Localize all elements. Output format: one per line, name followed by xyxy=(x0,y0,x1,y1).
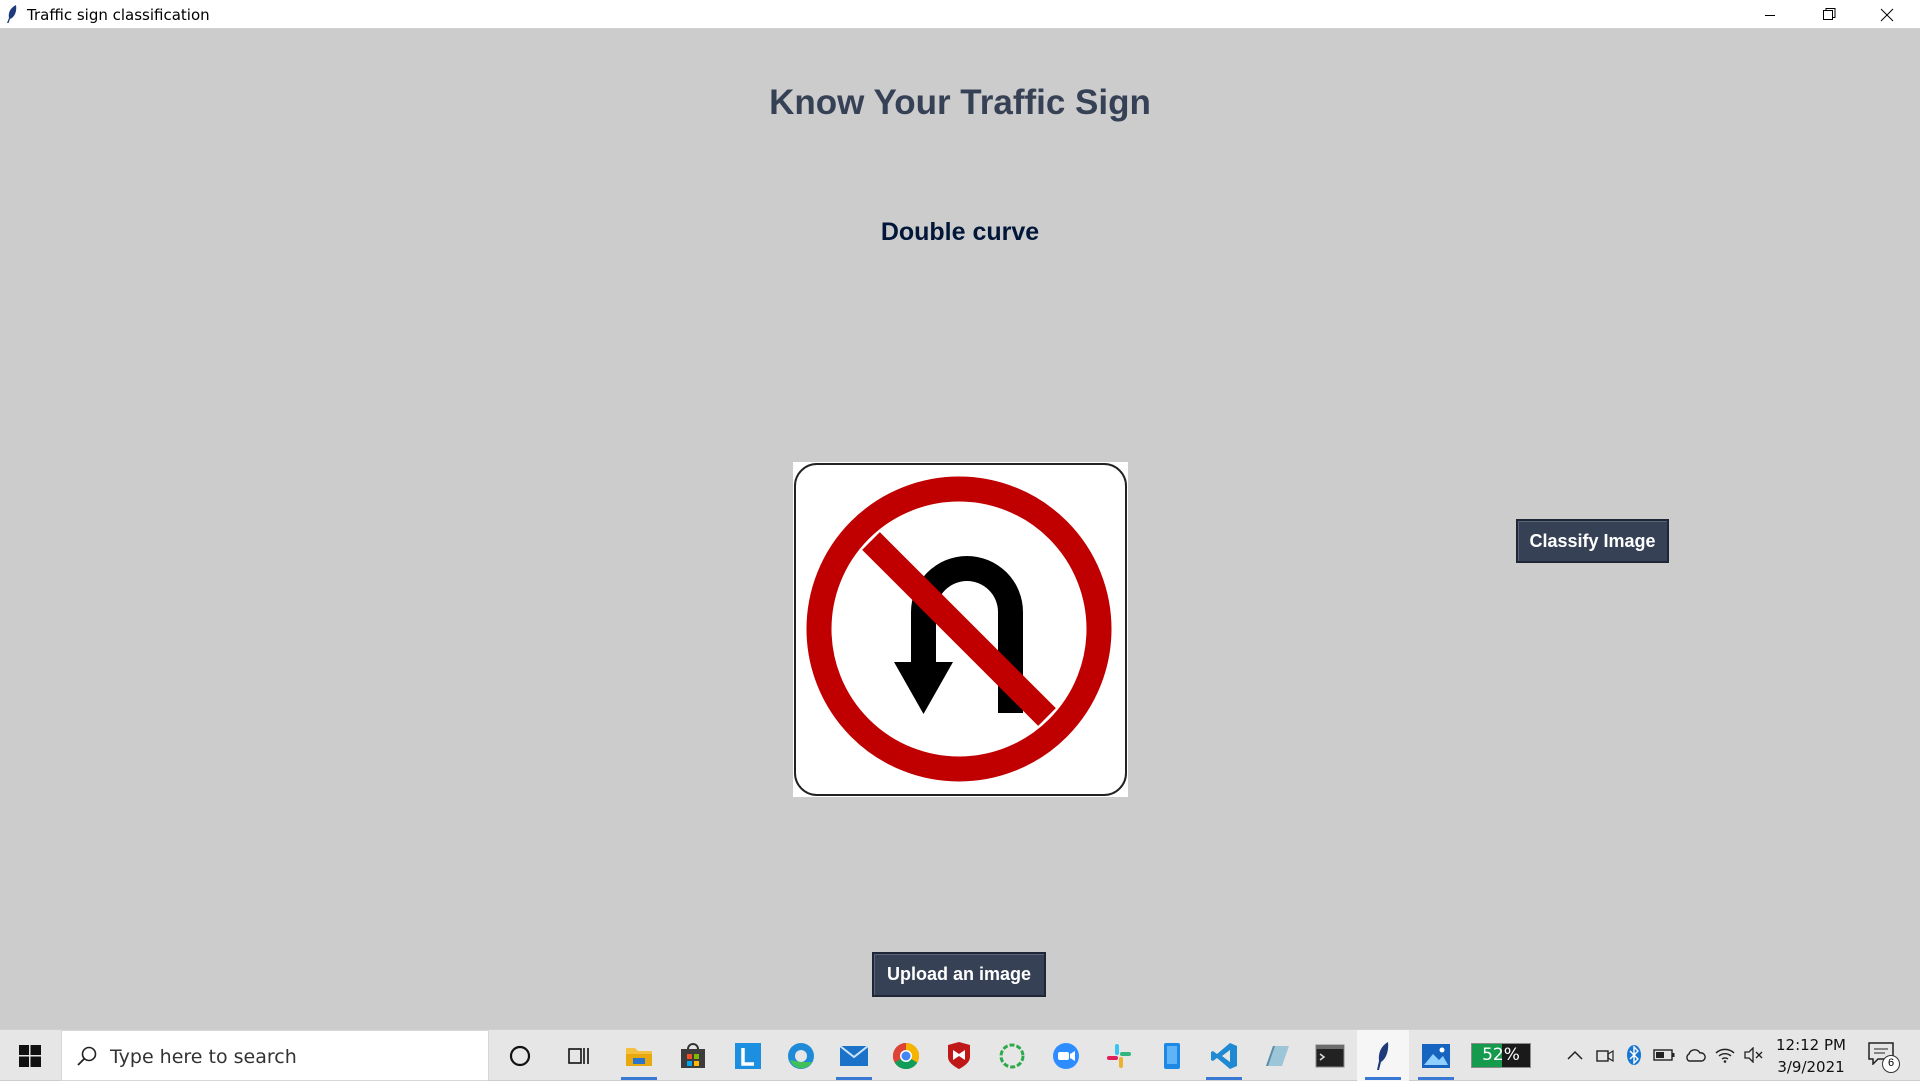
close-button[interactable] xyxy=(1858,0,1916,29)
paper-app-icon[interactable] xyxy=(1251,1030,1303,1081)
classify-image-button[interactable]: Classify Image xyxy=(1516,519,1669,563)
clock-time: 12:12 PM xyxy=(1776,1036,1846,1054)
search-icon xyxy=(76,1045,98,1072)
chrome-icon[interactable] xyxy=(880,1030,932,1081)
volume-muted-icon[interactable] xyxy=(1743,1044,1765,1066)
start-button[interactable] xyxy=(0,1030,60,1081)
terminal-icon[interactable] xyxy=(1304,1030,1356,1081)
classification-result: Double curve xyxy=(880,218,1040,246)
page-title: Know Your Traffic Sign xyxy=(769,83,1151,122)
cortana-icon[interactable] xyxy=(494,1030,546,1081)
chevron-up-icon[interactable] xyxy=(1564,1044,1586,1066)
vscode-icon[interactable] xyxy=(1198,1030,1250,1081)
refresh-app-icon[interactable] xyxy=(986,1030,1038,1081)
photos-icon[interactable] xyxy=(1410,1030,1462,1081)
mail-icon[interactable] xyxy=(828,1030,880,1081)
upload-image-button[interactable]: Upload an image xyxy=(872,952,1046,997)
uploaded-sign-image xyxy=(793,462,1128,797)
task-view-icon[interactable] xyxy=(553,1030,605,1081)
feather-icon xyxy=(6,5,18,28)
phone-app-icon[interactable] xyxy=(1146,1030,1198,1081)
bluetooth-icon[interactable] xyxy=(1623,1044,1645,1066)
restore-button[interactable] xyxy=(1800,0,1858,29)
battery-monitor-widget[interactable]: 52% xyxy=(1471,1043,1531,1068)
meet-now-icon[interactable] xyxy=(1594,1044,1616,1066)
action-center-button[interactable]: 6 xyxy=(1868,1041,1900,1073)
lexicon-app-icon[interactable] xyxy=(722,1030,774,1081)
file-explorer-icon[interactable] xyxy=(613,1030,665,1081)
window-title: Traffic sign classification xyxy=(27,6,210,24)
zoom-icon[interactable] xyxy=(1040,1030,1092,1081)
wifi-icon[interactable] xyxy=(1714,1044,1736,1066)
clock-date: 3/9/2021 xyxy=(1777,1058,1845,1076)
app-canvas: Know Your Traffic Sign Double curve Clas… xyxy=(0,29,1920,1029)
window-titlebar: Traffic sign classification xyxy=(0,0,1920,29)
search-placeholder: Type here to search xyxy=(110,1046,297,1068)
store-icon[interactable] xyxy=(667,1030,719,1081)
windows-icon xyxy=(19,1044,41,1067)
notification-count-badge: 6 xyxy=(1882,1055,1900,1073)
minimize-button[interactable] xyxy=(1741,0,1799,29)
system-clock[interactable]: 12:12 PM 3/9/2021 xyxy=(1776,1034,1846,1078)
onedrive-icon[interactable] xyxy=(1684,1044,1706,1066)
battery-percent-label: 52% xyxy=(1482,1045,1520,1065)
slack-icon[interactable] xyxy=(1093,1030,1145,1081)
taskbar: Type here to search 52% 12:12 PM 3/9/202… xyxy=(0,1029,1920,1081)
battery-icon[interactable] xyxy=(1653,1044,1675,1066)
edge-icon[interactable] xyxy=(775,1030,827,1081)
taskbar-search-box[interactable]: Type here to search xyxy=(61,1030,489,1081)
python-feather-icon[interactable] xyxy=(1357,1030,1409,1081)
mcafee-icon[interactable] xyxy=(933,1030,985,1081)
